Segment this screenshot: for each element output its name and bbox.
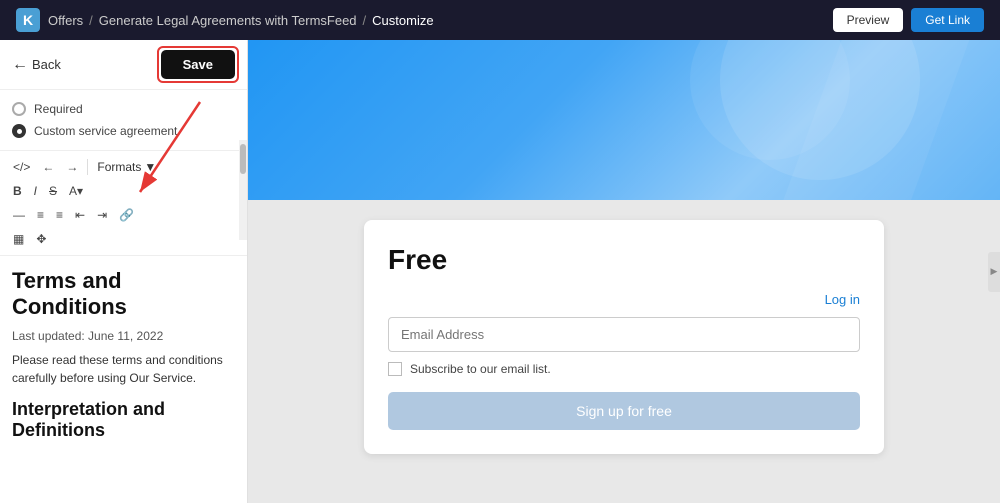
tool-redo[interactable]: →: [61, 157, 83, 177]
hero-area: [248, 40, 1000, 200]
left-panel: ← Back Save Required: [0, 40, 248, 503]
toolbar-row-1: </> ← → Formats ▼: [8, 157, 239, 177]
main-layout: ← Back Save Required: [0, 40, 1000, 503]
formats-chevron-icon: ▼: [144, 160, 156, 174]
toolbar-row-3: — ≡ ≡ ⇤ ⇥ 🔗: [8, 205, 239, 225]
back-button[interactable]: ← Back: [12, 56, 61, 74]
top-nav: K Offers / Generate Legal Agreements wit…: [0, 0, 1000, 40]
option-required-label: Required: [34, 102, 83, 116]
breadcrumb-sep-1: /: [89, 13, 93, 28]
get-link-button[interactable]: Get Link: [911, 8, 984, 32]
collapse-icon: ▶: [991, 266, 998, 277]
subscribe-label: Subscribe to our email list.: [410, 362, 551, 376]
content-area: Free Log in Subscribe to our email list.…: [248, 200, 1000, 474]
tool-table[interactable]: ▦: [8, 229, 29, 249]
formats-dropdown[interactable]: Formats ▼: [92, 157, 161, 177]
radio-custom: [12, 124, 26, 138]
subscribe-checkbox[interactable]: [388, 362, 402, 376]
scroll-thumb: [240, 144, 246, 174]
tool-link[interactable]: 🔗: [114, 205, 139, 225]
back-arrow-icon: ←: [12, 56, 28, 74]
options-list: Required Custom service agreement: [0, 90, 247, 151]
radio-required: [12, 102, 26, 116]
tool-italic[interactable]: I: [29, 181, 42, 201]
tool-hr[interactable]: —: [8, 205, 30, 225]
login-link[interactable]: Log in: [825, 292, 860, 307]
logo: K: [16, 8, 40, 32]
doc-updated: Last updated: June 11, 2022: [12, 329, 235, 343]
option-custom[interactable]: Custom service agreement: [12, 120, 235, 142]
login-row: Log in: [388, 292, 860, 307]
signup-button[interactable]: Sign up for free: [388, 392, 860, 430]
scroll-track: [239, 140, 247, 240]
tool-list-ordered[interactable]: ≡: [32, 205, 49, 225]
option-custom-label: Custom service agreement: [34, 124, 177, 138]
save-button[interactable]: Save: [161, 50, 235, 79]
doc-content: Terms and Conditions Last updated: June …: [0, 256, 247, 503]
toolbar-row-2: B I S A▾: [8, 181, 239, 201]
toolbar-sep-1: [87, 159, 88, 175]
nav-right: Preview Get Link: [833, 8, 984, 32]
tool-align-left[interactable]: ⇤: [70, 205, 90, 225]
doc-title: Terms and Conditions: [12, 268, 235, 321]
breadcrumb-offers[interactable]: Offers: [48, 13, 83, 28]
doc-section-title: Interpretation and Definitions: [12, 399, 235, 441]
hero-shapes: [248, 40, 1000, 200]
save-btn-wrapper: Save: [161, 50, 235, 79]
back-save-row: ← Back Save: [0, 40, 247, 90]
breadcrumb-sep-2: /: [363, 13, 367, 28]
tool-align-right[interactable]: ⇥: [92, 205, 112, 225]
toolbar-row-4: ▦ ✥: [8, 229, 239, 249]
breadcrumb: Offers / Generate Legal Agreements with …: [48, 13, 434, 28]
collapse-handle[interactable]: ▶: [988, 252, 1000, 292]
nav-left: K Offers / Generate Legal Agreements wit…: [16, 8, 434, 32]
tool-list-unordered[interactable]: ≡: [51, 205, 68, 225]
tool-font-color[interactable]: A▾: [64, 181, 88, 201]
right-panel: Free Log in Subscribe to our email list.…: [248, 40, 1000, 503]
subscribe-row: Subscribe to our email list.: [388, 362, 860, 376]
tool-bold[interactable]: B: [8, 181, 27, 201]
preview-button[interactable]: Preview: [833, 8, 904, 32]
plan-title: Free: [388, 244, 860, 276]
breadcrumb-termsfeed[interactable]: Generate Legal Agreements with TermsFeed: [99, 13, 357, 28]
tool-code[interactable]: </>: [8, 157, 35, 177]
formats-label: Formats: [97, 160, 141, 174]
back-label: Back: [32, 57, 61, 72]
signup-card: Free Log in Subscribe to our email list.…: [364, 220, 884, 454]
email-input[interactable]: [388, 317, 860, 352]
tool-undo[interactable]: ←: [37, 157, 59, 177]
doc-body: Please read these terms and conditions c…: [12, 351, 235, 387]
option-required[interactable]: Required: [12, 98, 235, 120]
breadcrumb-current: Customize: [372, 13, 433, 28]
tool-strikethrough[interactable]: S: [44, 181, 62, 201]
tool-fullscreen[interactable]: ✥: [31, 229, 51, 249]
editor-toolbar: </> ← → Formats ▼ B I S A▾ — ≡ ≡ ⇤ ⇥: [0, 151, 247, 256]
